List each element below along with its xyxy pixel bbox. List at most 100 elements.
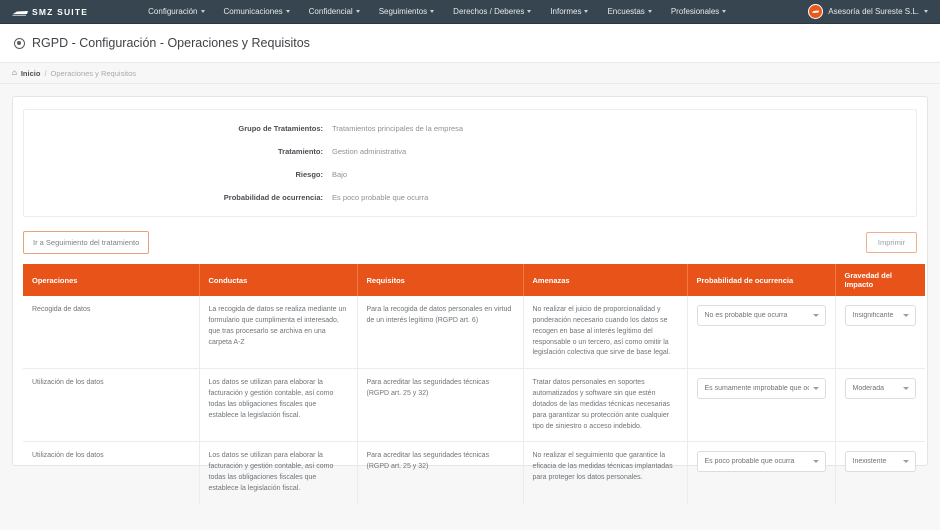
- chevron-down-icon: [355, 10, 360, 13]
- col-header-probabilidad[interactable]: Probabilidad de ocurrencia: [687, 264, 836, 296]
- action-bar: Ir a Seguimiento del tratamiento Imprimi…: [23, 231, 917, 254]
- page-title: RGPD - Configuración - Operaciones y Req…: [32, 36, 310, 50]
- chevron-down-icon: [584, 10, 589, 13]
- chevron-down-icon: [722, 10, 727, 13]
- ir-a-seguimiento-button[interactable]: Ir a Seguimiento del tratamiento: [23, 231, 150, 254]
- table-body: Recogida de datos La recogida de datos s…: [23, 296, 925, 504]
- nav-item-configuracion[interactable]: Configuración: [148, 7, 205, 16]
- breadcrumb: ⌂ Inicio / Operaciones y Requisitos: [0, 62, 940, 84]
- gravedad-select-wrap: Inexistente: [844, 451, 916, 473]
- cell-probabilidad: Es poco probable que ocurra: [687, 441, 836, 504]
- gravedad-select[interactable]: Insignificante: [844, 305, 916, 326]
- home-icon: ⌂: [12, 68, 17, 77]
- cell-gravedad: Moderada: [835, 368, 925, 443]
- probabilidad-select[interactable]: No es probable que ocurra: [696, 305, 826, 326]
- cell-operacion: Recogida de datos: [23, 296, 200, 370]
- brand-logo[interactable]: SMZ SUITE: [12, 3, 88, 21]
- treatment-info-panel: Grupo de Tratamientos: Tratamientos prin…: [23, 109, 917, 217]
- cell-requisito: Para acreditar las seguridades técnicas …: [357, 368, 524, 443]
- boat-logo-icon: [12, 3, 29, 21]
- chevron-down-icon: [285, 10, 290, 13]
- content-card: Grupo de Tratamientos: Tratamientos prin…: [12, 96, 928, 504]
- top-navbar: SMZ SUITE Configuración Comunicaciones C…: [0, 0, 940, 24]
- nav-item-label: Confidencial: [308, 7, 353, 16]
- col-header-operaciones[interactable]: Operaciones: [23, 264, 200, 296]
- cell-probabilidad: No es probable que ocurra: [687, 296, 836, 370]
- cell-requisito: Para acreditar las seguridades técnicas …: [357, 441, 524, 504]
- probabilidad-select-wrap: Es sumamente improbable que ocurra: [696, 378, 826, 400]
- cell-requisito: Para la recogida de datos personales en …: [357, 296, 524, 370]
- chevron-down-icon: [200, 10, 205, 13]
- info-value: Gestion administrativa: [332, 147, 407, 156]
- table-row: Utilización de los datos Los datos se ut…: [23, 441, 925, 504]
- cell-operacion: Utilización de los datos: [23, 368, 200, 443]
- probabilidad-select-wrap: Es poco probable que ocurra: [696, 451, 826, 473]
- nav-item-label: Encuestas: [607, 7, 645, 16]
- user-menu[interactable]: Asesoría del Sureste S.L.: [808, 4, 928, 19]
- cell-conducta: La recogida de datos se realiza mediante…: [199, 296, 358, 370]
- nav-item-comunicaciones[interactable]: Comunicaciones: [224, 7, 290, 16]
- chevron-down-icon: [527, 10, 532, 13]
- gravedad-select-wrap: Insignificante: [844, 305, 916, 326]
- target-icon: [14, 37, 25, 49]
- nav-item-label: Configuración: [148, 7, 198, 16]
- nav-item-encuestas[interactable]: Encuestas: [607, 7, 652, 16]
- breadcrumb-separator: /: [44, 68, 47, 78]
- nav-item-seguimientos[interactable]: Seguimientos: [378, 7, 435, 16]
- nav-item-derechos-deberes[interactable]: Derechos / Deberes: [453, 7, 532, 16]
- breadcrumb-current: Operaciones y Requisitos: [50, 68, 136, 78]
- chevron-down-icon: [924, 10, 928, 13]
- info-value: Es poco probable que ocurra: [332, 193, 429, 202]
- info-row-riesgo: Riesgo: Bajo: [24, 170, 916, 179]
- cell-amenaza: No realizar el seguimiento que garantice…: [523, 441, 688, 504]
- info-label: Riesgo:: [295, 170, 323, 179]
- info-value: Bajo: [332, 170, 348, 179]
- table-head: Operaciones Conductas Requisitos Amenaza…: [23, 264, 925, 296]
- cell-conducta: Los datos se utilizan para elaborar la f…: [199, 441, 358, 504]
- col-header-conductas[interactable]: Conductas: [199, 264, 358, 296]
- breadcrumb-home[interactable]: Inicio: [21, 69, 41, 78]
- info-row-grupo: Grupo de Tratamientos: Tratamientos prin…: [24, 124, 916, 133]
- user-name: Asesoría del Sureste S.L.: [828, 7, 919, 16]
- nav-item-label: Informes: [550, 7, 582, 16]
- probabilidad-select[interactable]: Es sumamente improbable que ocurra: [696, 378, 826, 400]
- cell-probabilidad: Es sumamente improbable que ocurra: [687, 368, 836, 443]
- page-body: Grupo de Tratamientos: Tratamientos prin…: [0, 84, 940, 530]
- chevron-down-icon: [647, 10, 652, 13]
- chevron-down-icon: [430, 10, 435, 13]
- nav-item-label: Comunicaciones: [223, 7, 283, 16]
- avatar: [808, 4, 824, 19]
- cell-gravedad: Inexistente: [835, 442, 925, 504]
- col-header-amenazas[interactable]: Amenazas: [523, 264, 688, 296]
- cell-amenaza: Tratar datos personales en soportes auto…: [523, 368, 688, 443]
- table-header-row: Operaciones Conductas Requisitos Amenaza…: [23, 264, 925, 296]
- page-header: RGPD - Configuración - Operaciones y Req…: [0, 24, 940, 62]
- table-row: Utilización de los datos Los datos se ut…: [23, 368, 925, 443]
- nav-item-informes[interactable]: Informes: [550, 7, 589, 16]
- cell-operacion: Utilización de los datos: [23, 441, 200, 504]
- col-header-gravedad[interactable]: Gravedad del Impacto: [835, 264, 925, 296]
- probabilidad-select-wrap: No es probable que ocurra: [696, 305, 826, 326]
- nav-item-label: Derechos / Deberes: [453, 7, 525, 16]
- brand-text: SMZ SUITE: [32, 6, 89, 17]
- nav-item-label: Seguimientos: [378, 7, 428, 16]
- cell-conducta: Los datos se utilizan para elaborar la f…: [199, 368, 358, 443]
- gravedad-select[interactable]: Moderada: [844, 378, 916, 400]
- cell-gravedad: Insignificante: [835, 296, 925, 370]
- info-label: Probabilidad de ocurrencia:: [223, 193, 323, 202]
- info-label: Tratamiento:: [277, 147, 323, 156]
- avatar-inner-icon: [809, 5, 823, 18]
- operaciones-table: Operaciones Conductas Requisitos Amenaza…: [23, 264, 925, 504]
- info-label: Grupo de Tratamientos:: [238, 124, 323, 133]
- info-row-probabilidad: Probabilidad de ocurrencia: Es poco prob…: [24, 193, 916, 202]
- col-header-requisitos[interactable]: Requisitos: [357, 264, 524, 296]
- nav-item-confidencial[interactable]: Confidencial: [309, 7, 360, 16]
- nav-menu: Configuración Comunicaciones Confidencia…: [148, 7, 727, 16]
- info-value: Tratamientos principales de la empresa: [332, 124, 464, 133]
- probabilidad-select[interactable]: Es poco probable que ocurra: [696, 451, 826, 473]
- imprimir-button[interactable]: Imprimir: [865, 232, 917, 253]
- nav-item-profesionales[interactable]: Profesionales: [670, 7, 727, 16]
- nav-item-label: Profesionales: [670, 7, 720, 16]
- gravedad-select-wrap: Moderada: [844, 378, 916, 400]
- gravedad-select[interactable]: Inexistente: [844, 451, 916, 473]
